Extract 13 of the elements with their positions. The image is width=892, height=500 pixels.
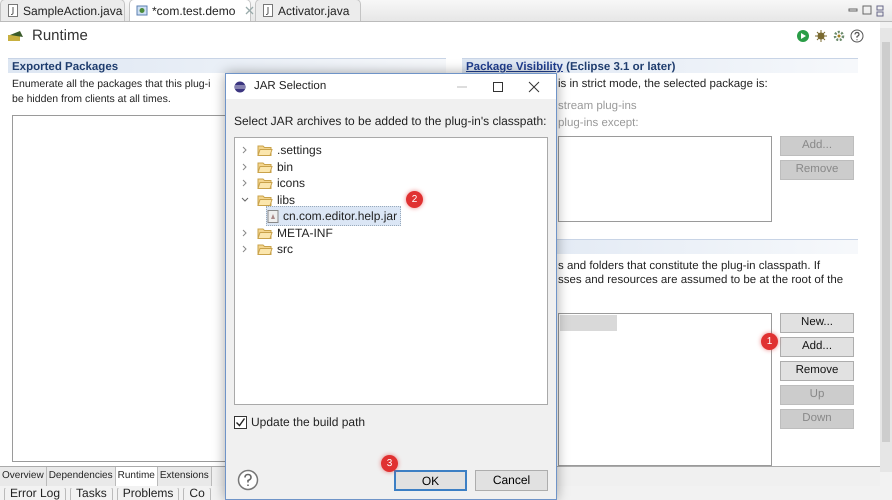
section-title: Exported Packages xyxy=(12,61,118,73)
option-text: stream plug-ins xyxy=(558,99,637,114)
section-title: Package Visibility (Eclipse 3.1 or later) xyxy=(466,61,676,73)
description-text: sses and resources are assumed to be at the root of the xyxy=(558,273,844,287)
checkbox-label: Update the build path xyxy=(251,414,366,431)
option-text: plug-ins except: xyxy=(558,116,639,131)
description-text: s and folders that constitute the plug-in classpath. If xyxy=(558,259,820,273)
description-text: be hidden from clients at all times. xyxy=(12,92,171,107)
form-title: Runtime xyxy=(32,26,89,46)
dialog-title: JAR Selection xyxy=(254,78,328,94)
option-text: is in strict mode, the selected package is: xyxy=(558,77,768,92)
dialog-prompt: Select JAR archives to be added to the plug-in's classpath: xyxy=(234,113,546,130)
description-text: Enumerate all the packages that this plug-i xyxy=(12,77,210,92)
